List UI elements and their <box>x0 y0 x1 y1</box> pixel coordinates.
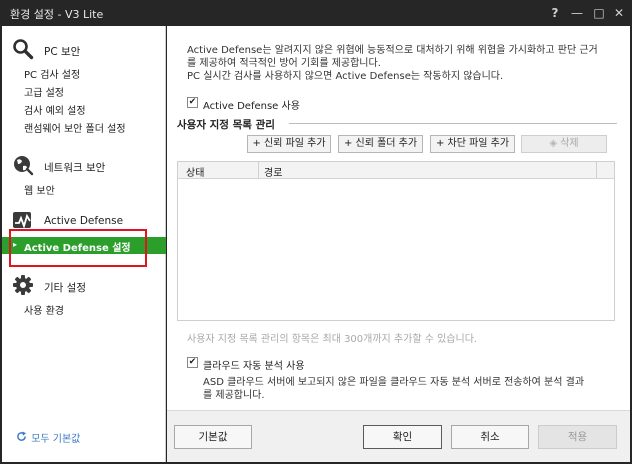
category-label: Active Defense <box>44 215 124 227</box>
section-divider <box>289 123 617 124</box>
intro-line: Active Defense는 알려지지 않은 위협에 능동적으로 대처하기 위… <box>187 45 598 56</box>
delete-button[interactable]: ◈ 삭제 <box>521 135 607 153</box>
maximize-button[interactable]: □ <box>590 4 608 22</box>
main-panel: Active Defense는 알려지지 않은 위협에 능동적으로 대처하기 위… <box>167 26 630 410</box>
minimize-button[interactable]: — <box>568 4 586 22</box>
category-label: 네트워크 보안 <box>44 162 106 174</box>
intro-line: PC 실시간 검사를 사용하지 않으면 Active Defense는 작동하지… <box>187 71 504 82</box>
add-trusted-folder-button[interactable]: + 신뢰 폴더 추가 <box>338 135 423 153</box>
column-divider[interactable] <box>596 162 597 179</box>
add-blocked-file-button[interactable]: + 차단 파일 추가 <box>430 135 515 153</box>
column-header-status[interactable]: 상태 <box>186 164 204 179</box>
sidebar-item-pc-scan[interactable]: PC 검사 설정 <box>24 66 80 81</box>
list-limit-note: 사용자 지정 목록 관리의 항목은 최대 300개까지 추가할 수 있습니다. <box>187 334 478 345</box>
sidebar-item-scan-exceptions[interactable]: 검사 예외 설정 <box>24 102 86 117</box>
close-button[interactable]: ✕ <box>610 4 628 22</box>
help-button[interactable]: ? <box>546 4 564 22</box>
custom-list-title: 사용자 지정 목록 관리 <box>177 119 275 131</box>
sidebar-item-advanced[interactable]: 고급 설정 <box>24 84 64 99</box>
magnifier-icon <box>12 38 34 60</box>
cancel-button[interactable]: 취소 <box>451 425 529 449</box>
category-label: 기타 설정 <box>44 282 86 294</box>
cloud-analysis-checkbox-label[interactable]: 클라우드 자동 분석 사용 <box>203 357 305 372</box>
cloud-analysis-description: ASD 클라우드 서버에 보고되지 않은 파일을 클라우드 자동 분석 서버로 … <box>203 376 618 402</box>
add-trusted-file-button[interactable]: + 신뢰 파일 추가 <box>247 135 331 153</box>
active-defense-checkbox-label[interactable]: Active Defense 사용 <box>203 97 300 112</box>
reset-all-label: 모두 기본값 <box>31 434 81 445</box>
apply-button[interactable]: 적용 <box>538 425 617 449</box>
column-header-path[interactable]: 경로 <box>264 164 282 179</box>
globe-icon <box>12 154 34 176</box>
settings-window: 환경 설정 - V3 Lite ? — □ ✕ PC 보안 PC 검사 설정 고… <box>0 0 632 464</box>
window-title: 환경 설정 - V3 Lite <box>10 8 104 21</box>
eraser-icon: ◈ <box>549 138 558 149</box>
defaults-button[interactable]: 기본값 <box>174 425 252 449</box>
active-defense-checkbox[interactable]: ✔ <box>187 97 198 108</box>
footer: 기본값 확인 취소 적용 <box>167 410 630 462</box>
category-label: PC 보안 <box>44 46 81 58</box>
description-line: ASD 클라우드 서버에 보고되지 않은 파일을 클라우드 자동 분석 서버로 … <box>203 377 585 388</box>
refresh-icon <box>16 431 28 445</box>
table-header: 상태 경로 <box>178 162 614 179</box>
title-bar[interactable]: 환경 설정 - V3 Lite ? — □ ✕ <box>0 0 632 26</box>
delete-button-label: 삭제 <box>560 138 579 149</box>
sidebar-item-web-security[interactable]: 웹 보안 <box>24 182 55 197</box>
intro-text: Active Defense는 알려지지 않은 위협에 능동적으로 대처하기 위… <box>187 44 617 83</box>
custom-list-table[interactable]: 상태 경로 <box>177 161 615 321</box>
sidebar: PC 보안 PC 검사 설정 고급 설정 검사 예외 설정 랜섬웨어 보안 폴더… <box>2 26 166 462</box>
ok-button[interactable]: 확인 <box>363 425 442 449</box>
highlight-box <box>9 229 147 267</box>
sidebar-item-usage-environment[interactable]: 사용 환경 <box>24 302 64 317</box>
reset-all-link[interactable]: 모두 기본값 <box>16 430 80 445</box>
sidebar-item-ransomware-folder[interactable]: 랜섬웨어 보안 폴더 설정 <box>24 120 126 135</box>
gear-icon <box>12 274 34 296</box>
description-line: 를 제공합니다. <box>203 390 265 401</box>
cloud-analysis-checkbox[interactable]: ✔ <box>187 357 198 368</box>
column-divider[interactable] <box>258 162 259 179</box>
activity-icon <box>12 209 34 231</box>
intro-line: 를 제공하여 적극적인 방어 기회를 제공합니다. <box>187 58 381 69</box>
